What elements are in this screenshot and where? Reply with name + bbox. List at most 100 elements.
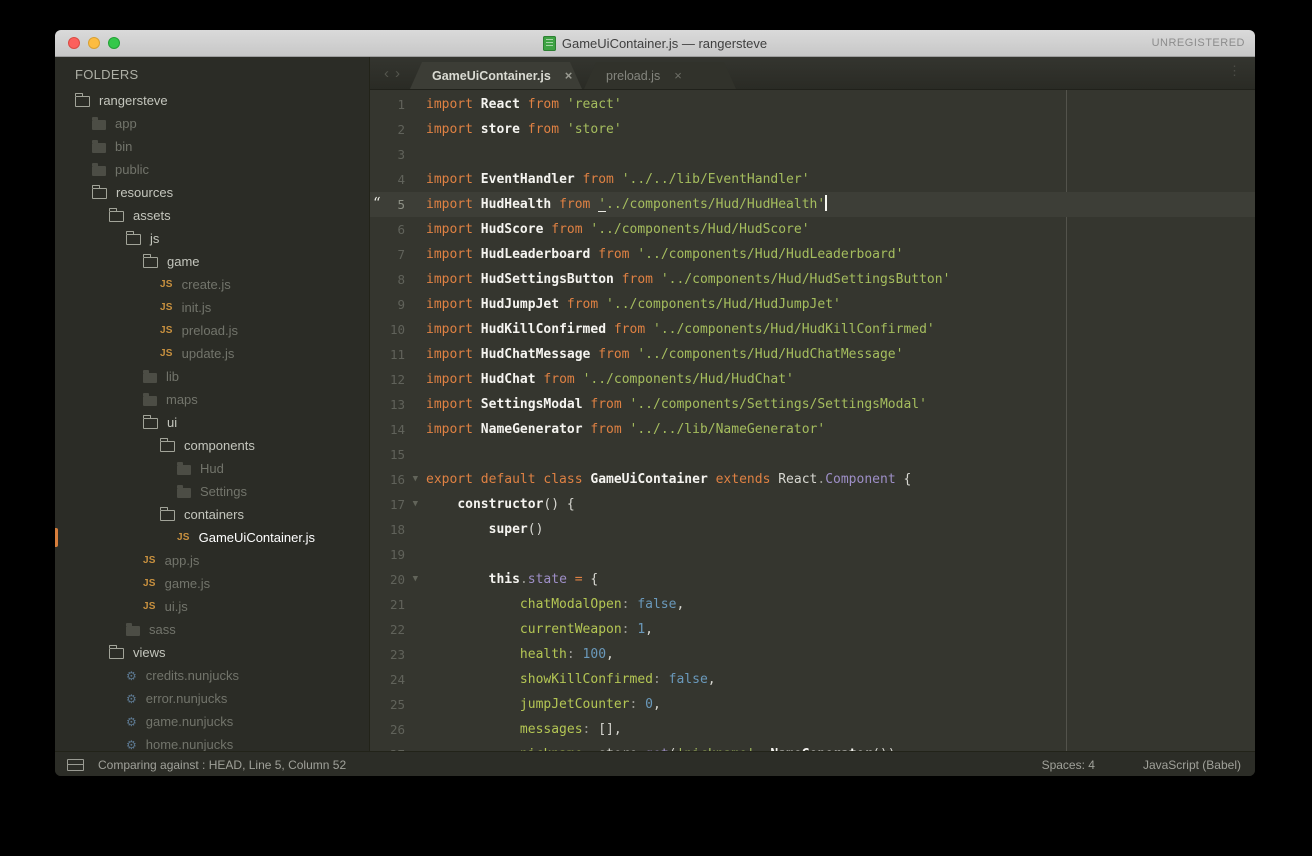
code-text: import EventHandler from '../../lib/Even… [426, 167, 1255, 192]
sidebar-item-preload-js[interactable]: JSpreload.js [55, 319, 369, 342]
syntax-status[interactable]: JavaScript (Babel) [1143, 758, 1241, 772]
tab-close-icon[interactable]: × [674, 69, 682, 82]
folder-open-icon [126, 234, 141, 245]
code-line-16[interactable]: 16▼export default class GameUiContainer … [370, 467, 1255, 492]
code-line-5[interactable]: “5import HudHealth from '../components/H… [370, 192, 1255, 217]
gutter: 17▼ [370, 492, 426, 517]
code-line-2[interactable]: 2import store from 'store' [370, 117, 1255, 142]
code-text: constructor() { [426, 492, 1255, 517]
code-line-18[interactable]: 18 super() [370, 517, 1255, 542]
code-line-12[interactable]: 12import HudChat from '../components/Hud… [370, 367, 1255, 392]
code-line-8[interactable]: 8import HudSettingsButton from '../compo… [370, 267, 1255, 292]
sidebar: FOLDERS rangersteveappbinpublicresources… [55, 57, 370, 751]
line-number: 25 [390, 692, 405, 717]
sidebar-item-containers[interactable]: containers [55, 503, 369, 526]
code-line-25[interactable]: 25 jumpJetCounter: 0, [370, 692, 1255, 717]
code-line-10[interactable]: 10import HudKillConfirmed from '../compo… [370, 317, 1255, 342]
minimize-window-button[interactable] [88, 37, 100, 49]
sidebar-item-js[interactable]: js [55, 227, 369, 250]
sidebar-item-maps[interactable]: maps [55, 388, 369, 411]
indentation-status[interactable]: Spaces: 4 [1042, 758, 1095, 772]
tab-close-icon[interactable]: × [565, 69, 573, 82]
sidebar-item-resources[interactable]: resources [55, 181, 369, 204]
sidebar-item-create-js[interactable]: JScreate.js [55, 273, 369, 296]
close-window-button[interactable] [68, 37, 80, 49]
sidebar-item-app[interactable]: app [55, 112, 369, 135]
sidebar-item-label: app [115, 116, 137, 131]
sidebar-item-gameuicontainer-js[interactable]: JSGameUiContainer.js [55, 526, 369, 549]
code-line-14[interactable]: 14import NameGenerator from '../../lib/N… [370, 417, 1255, 442]
code-line-15[interactable]: 15 [370, 442, 1255, 467]
tab-preload-js[interactable]: preload.js× [584, 62, 736, 89]
code-text: import SettingsModal from '../components… [426, 392, 1255, 417]
sidebar-item-sass[interactable]: sass [55, 618, 369, 641]
sidebar-item-home-nunjucks[interactable]: ⚙home.nunjucks [55, 733, 369, 751]
code-text: messages: [], [426, 717, 1255, 742]
sidebar-item-hud[interactable]: Hud [55, 457, 369, 480]
sidebar-item-label: Hud [200, 461, 224, 476]
sidebar-item-update-js[interactable]: JSupdate.js [55, 342, 369, 365]
fold-arrow-icon[interactable]: ▼ [413, 467, 418, 492]
code-line-19[interactable]: 19 [370, 542, 1255, 567]
code-line-3[interactable]: 3 [370, 142, 1255, 167]
sidebar-item-game-nunjucks[interactable]: ⚙game.nunjucks [55, 710, 369, 733]
folder-closed-icon [177, 488, 191, 498]
code-editor[interactable]: 1import React from 'react'2import store … [370, 90, 1255, 751]
folder-open-icon [143, 418, 158, 429]
folder-closed-icon [92, 143, 106, 153]
sidebar-item-error-nunjucks[interactable]: ⚙error.nunjucks [55, 687, 369, 710]
sidebar-item-rangersteve[interactable]: rangersteve [55, 89, 369, 112]
sidebar-item-ui-js[interactable]: JSui.js [55, 595, 369, 618]
code-text [426, 142, 1255, 167]
line-number: 8 [397, 267, 405, 292]
line-number: 27 [390, 742, 405, 751]
code-line-7[interactable]: 7import HudLeaderboard from '../componen… [370, 242, 1255, 267]
gutter: 2 [370, 117, 426, 142]
sidebar-item-public[interactable]: public [55, 158, 369, 181]
gutter: 12 [370, 367, 426, 392]
sidebar-item-settings[interactable]: Settings [55, 480, 369, 503]
tab-gameuicontainer-js[interactable]: GameUiContainer.js× [410, 62, 582, 89]
sidebar-item-init-js[interactable]: JSinit.js [55, 296, 369, 319]
tab-overflow-icon[interactable]: ⋮ [1228, 63, 1241, 79]
code-line-20[interactable]: 20▼ this.state = { [370, 567, 1255, 592]
gutter: 7 [370, 242, 426, 267]
code-line-27[interactable]: 27 nickname: store.get('nickname', NameG… [370, 742, 1255, 751]
code-text: import React from 'react' [426, 92, 1255, 117]
code-line-6[interactable]: 6import HudScore from '../components/Hud… [370, 217, 1255, 242]
sidebar-item-game-js[interactable]: JSgame.js [55, 572, 369, 595]
code-text: jumpJetCounter: 0, [426, 692, 1255, 717]
sidebar-item-bin[interactable]: bin [55, 135, 369, 158]
fold-arrow-icon[interactable]: ▼ [413, 567, 418, 592]
code-line-26[interactable]: 26 messages: [], [370, 717, 1255, 742]
sidebar-item-credits-nunjucks[interactable]: ⚙credits.nunjucks [55, 664, 369, 687]
code-line-21[interactable]: 21 chatModalOpen: false, [370, 592, 1255, 617]
code-line-23[interactable]: 23 health: 100, [370, 642, 1255, 667]
sidebar-item-assets[interactable]: assets [55, 204, 369, 227]
code-line-11[interactable]: 11import HudChatMessage from '../compone… [370, 342, 1255, 367]
nunjucks-file-gear-icon: ⚙ [126, 693, 137, 705]
sidebar-item-lib[interactable]: lib [55, 365, 369, 388]
code-line-22[interactable]: 22 currentWeapon: 1, [370, 617, 1255, 642]
code-line-4[interactable]: 4import EventHandler from '../../lib/Eve… [370, 167, 1255, 192]
sidebar-item-ui[interactable]: ui [55, 411, 369, 434]
code-line-1[interactable]: 1import React from 'react' [370, 92, 1255, 117]
sidebar-item-app-js[interactable]: JSapp.js [55, 549, 369, 572]
folder-closed-icon [177, 465, 191, 475]
sidebar-item-views[interactable]: views [55, 641, 369, 664]
tab-nav-back-icon[interactable]: ‹ [384, 65, 389, 82]
sidebar-item-game[interactable]: game [55, 250, 369, 273]
code-line-24[interactable]: 24 showKillConfirmed: false, [370, 667, 1255, 692]
window-titlebar[interactable]: GameUiContainer.js — rangersteve UNREGIS… [55, 30, 1255, 57]
code-line-17[interactable]: 17▼ constructor() { [370, 492, 1255, 517]
tab-nav-forward-icon[interactable]: › [395, 65, 400, 82]
code-line-9[interactable]: 9import HudJumpJet from '../components/H… [370, 292, 1255, 317]
fold-arrow-icon[interactable]: ▼ [413, 492, 418, 517]
sidebar-item-components[interactable]: components [55, 434, 369, 457]
code-line-13[interactable]: 13import SettingsModal from '../componen… [370, 392, 1255, 417]
zoom-window-button[interactable] [108, 37, 120, 49]
line-number: 22 [390, 617, 405, 642]
code-text: currentWeapon: 1, [426, 617, 1255, 642]
code-text: import HudJumpJet from '../components/Hu… [426, 292, 1255, 317]
show-panel-icon[interactable] [67, 759, 84, 771]
